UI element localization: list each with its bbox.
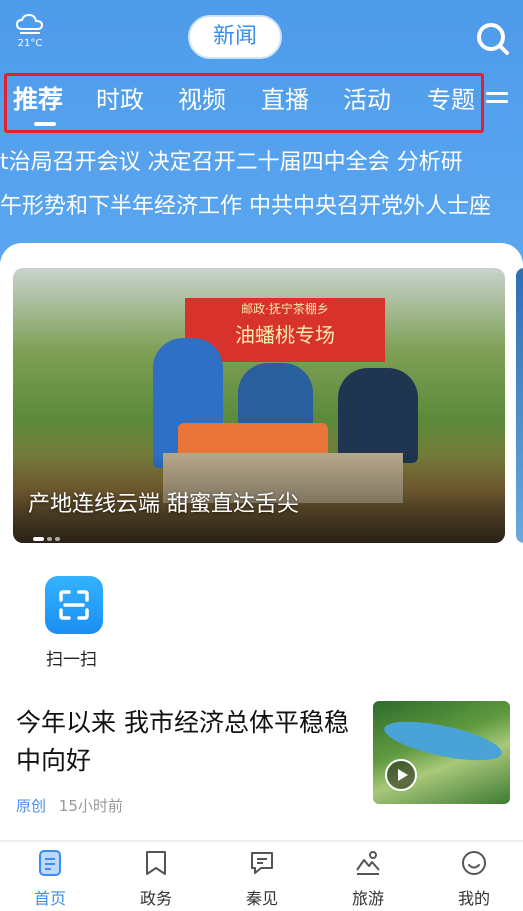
ticker-line-2[interactable]: 午形势和下半年经济工作 中共中央召开党外人士座	[0, 192, 523, 222]
nav-travel[interactable]: 旅游	[338, 850, 398, 909]
scan-button[interactable]	[45, 576, 103, 634]
home-doc-icon	[39, 850, 61, 876]
active-tab-indicator	[34, 122, 56, 126]
tab-topics[interactable]: 专题	[427, 83, 475, 117]
profile-smile-icon	[462, 851, 486, 875]
banner-figure	[338, 368, 418, 463]
nav-label: 秦见	[245, 889, 278, 908]
search-icon[interactable]	[474, 20, 512, 58]
channel-pill-news[interactable]: 新闻	[188, 15, 282, 59]
scan-label[interactable]: 扫一扫	[46, 645, 97, 670]
bookmark-icon	[146, 851, 166, 875]
tab-video[interactable]: 视频	[178, 83, 226, 117]
nav-home[interactable]: 首页	[20, 850, 80, 909]
nav-government[interactable]: 政务	[126, 850, 186, 909]
next-banner-peek[interactable]	[516, 268, 523, 543]
chat-icon	[251, 852, 273, 874]
play-icon[interactable]	[385, 759, 417, 791]
tab-recommend[interactable]: 推荐	[13, 83, 63, 117]
banner-caption: 产地连线云端 甜蜜直达舌尖	[28, 492, 299, 517]
article-meta: 原创 15小时前	[16, 795, 123, 816]
nav-qinjian[interactable]: 秦见	[232, 850, 292, 909]
nav-label: 政务	[139, 889, 172, 908]
cloud-icon	[15, 13, 44, 34]
carousel-indicator	[33, 526, 63, 543]
carousel-dot	[47, 537, 52, 541]
nav-label: 首页	[33, 889, 66, 908]
weather-widget[interactable]: 21°C	[12, 12, 48, 49]
carousel-dot	[33, 537, 44, 541]
nav-mine[interactable]: 我的	[444, 850, 504, 909]
nav-label: 旅游	[351, 889, 384, 908]
nav-label: 我的	[457, 889, 490, 908]
article-time: 15小时前	[58, 797, 123, 815]
more-channels-icon[interactable]	[486, 92, 508, 112]
tab-politics[interactable]: 时政	[96, 83, 144, 117]
tab-live[interactable]: 直播	[261, 83, 309, 117]
tab-events[interactable]: 活动	[343, 83, 391, 117]
landscape-icon	[356, 851, 380, 875]
scan-icon	[59, 590, 89, 620]
bottom-nav: 首页 政务 秦见 旅游 我的	[0, 842, 523, 911]
weather-temperature: 21°C	[17, 38, 43, 49]
channel-tabs: 推荐 时政 视频 直播 活动 专题	[4, 73, 484, 133]
ticker-line-1[interactable]: t治局召开会议 决定召开二十届四中全会 分析研	[0, 148, 523, 178]
carousel-dot	[55, 537, 60, 541]
article-thumbnail[interactable]	[373, 701, 510, 804]
article-title[interactable]: 今年以来 我市经济总体平稳稳中向好	[16, 704, 356, 780]
article-tag: 原创	[16, 797, 47, 815]
banner-carousel[interactable]: 邮政·抚宁茶棚乡 油蟠桃专场 产地连线云端 甜蜜直达舌尖	[13, 268, 505, 543]
